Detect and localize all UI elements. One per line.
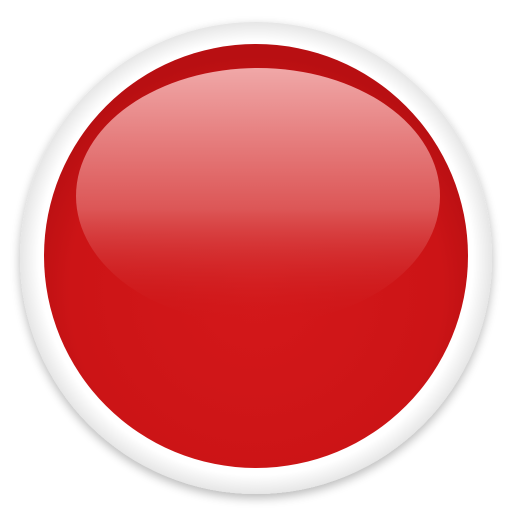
icon-gloss-highlight [76, 68, 440, 324]
app-icon-canvas [0, 0, 512, 512]
red-record-button-icon[interactable] [0, 0, 512, 512]
